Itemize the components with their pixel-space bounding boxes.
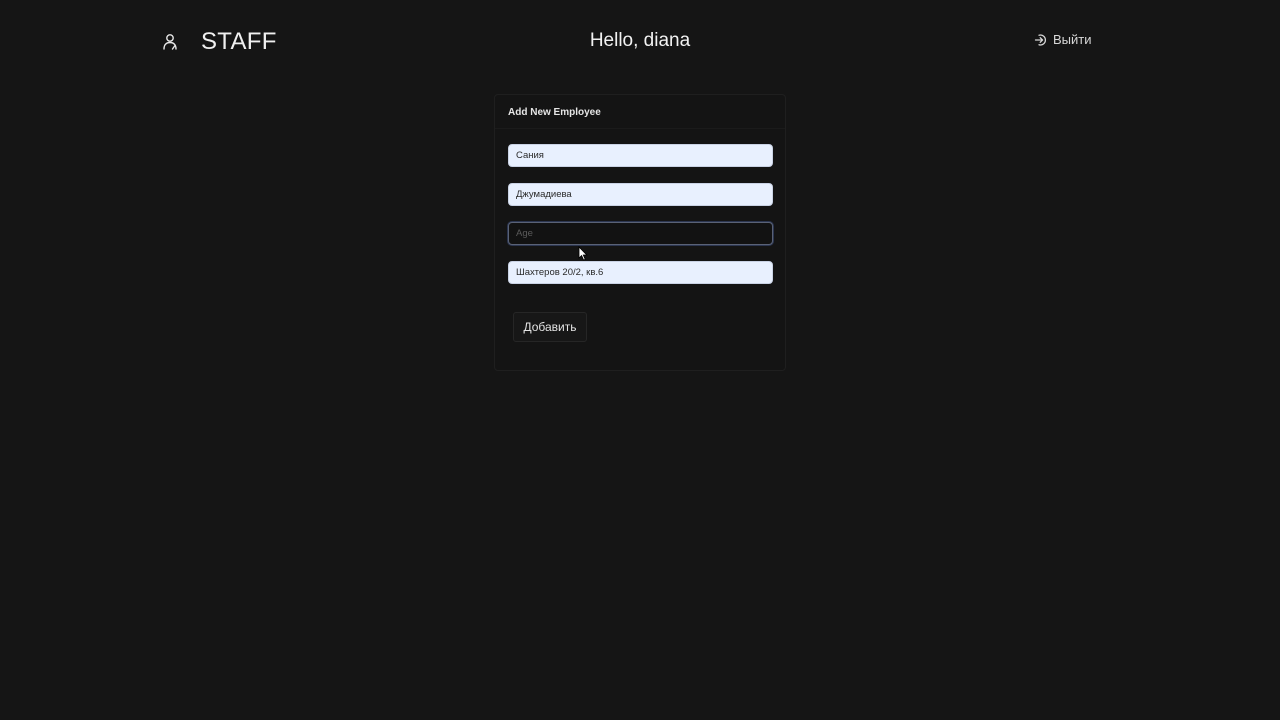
header: STAFF Hello, diana Выйти	[0, 0, 1280, 84]
logout-icon	[1034, 33, 1048, 47]
age-input[interactable]	[508, 222, 773, 245]
first-name-input[interactable]	[508, 144, 773, 167]
add-employee-card: Add New Employee Добавить	[494, 94, 786, 371]
address-input[interactable]	[508, 261, 773, 284]
card-title: Add New Employee	[495, 95, 785, 129]
last-name-input[interactable]	[508, 183, 773, 206]
add-button[interactable]: Добавить	[513, 312, 587, 342]
logout-button[interactable]: Выйти	[1034, 32, 1092, 47]
mouse-pointer-icon	[578, 246, 588, 261]
logout-label: Выйти	[1053, 32, 1092, 47]
page: STAFF Hello, diana Выйти Add New Employe…	[0, 0, 1280, 720]
